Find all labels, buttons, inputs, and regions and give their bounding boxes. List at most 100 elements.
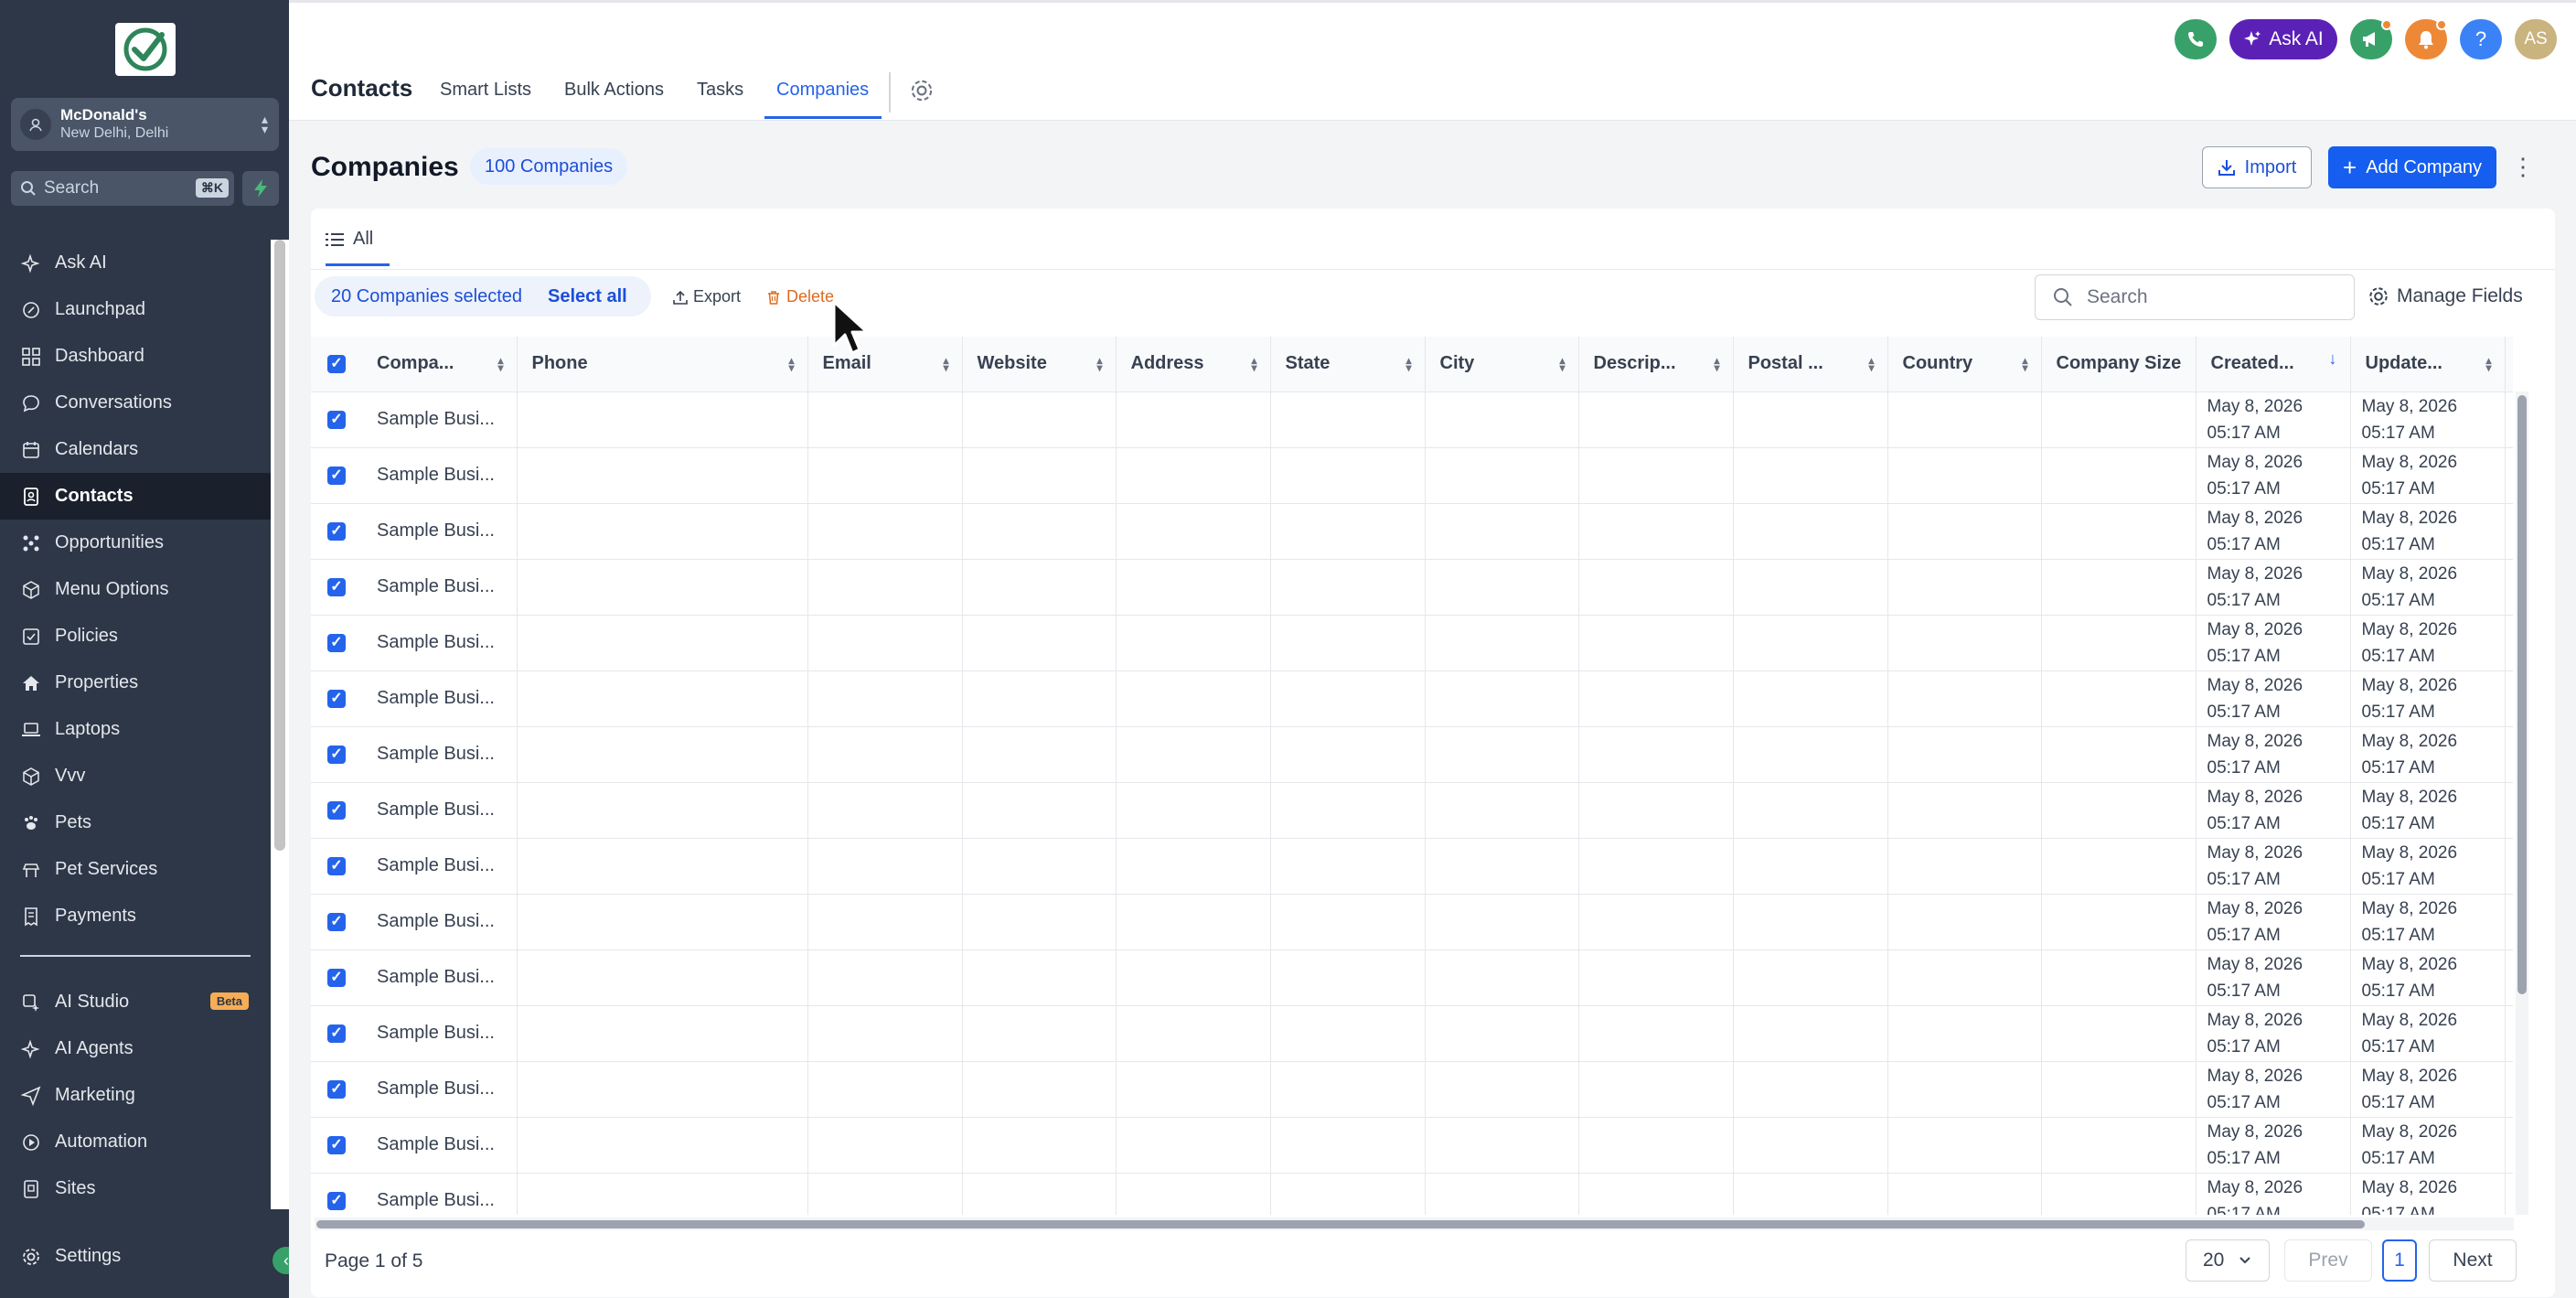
city-cell[interactable] <box>1425 1005 1579 1062</box>
postal-code-cell[interactable] <box>1733 447 1888 504</box>
checkbox-checked-icon[interactable]: ✓ <box>327 1024 346 1043</box>
add-company-button[interactable]: + Add Company <box>2328 146 2496 188</box>
description-cell[interactable] <box>1578 838 1734 895</box>
address-cell[interactable] <box>1116 447 1271 504</box>
postal-code-cell[interactable] <box>1733 559 1888 616</box>
address-cell[interactable] <box>1116 1061 1271 1118</box>
website-cell[interactable] <box>962 670 1117 727</box>
help-button[interactable]: ? <box>2460 19 2502 59</box>
row-checkbox-cell[interactable]: ✓ <box>311 1061 362 1118</box>
description-cell[interactable] <box>1578 894 1734 950</box>
company-logo[interactable] <box>115 23 176 76</box>
table-horizontal-scrollbar[interactable] <box>316 1220 2365 1228</box>
company-size-cell[interactable] <box>2041 392 2197 448</box>
country-cell[interactable] <box>1887 615 2042 671</box>
table-row[interactable]: ✓ Sample Busi... May 8, 2026 05:17 AM May 8,… <box>311 615 2513 671</box>
sort-icon[interactable]: ▴ ▾ <box>497 355 503 373</box>
company-size-cell[interactable] <box>2041 615 2197 671</box>
sort-icon[interactable]: ▴ ▾ <box>1868 355 1874 373</box>
column-header-state[interactable]: State ▴ ▾ <box>1270 337 1426 392</box>
country-cell[interactable] <box>1887 726 2042 783</box>
state-cell[interactable] <box>1270 615 1426 671</box>
phone-cell[interactable] <box>517 559 808 616</box>
tab-settings-button[interactable] <box>909 78 935 108</box>
company-size-cell[interactable] <box>2041 949 2197 1006</box>
phone-cell[interactable] <box>517 838 808 895</box>
phone-cell[interactable] <box>517 1117 808 1174</box>
company-name-cell[interactable]: Sample Busi... <box>362 670 518 727</box>
city-cell[interactable] <box>1425 1173 1579 1215</box>
sidebar-item-launchpad[interactable]: Launchpad <box>0 286 271 333</box>
sidebar-item-settings[interactable]: Settings <box>0 1233 271 1280</box>
sort-icon[interactable]: ▴ ▾ <box>943 355 948 373</box>
city-cell[interactable] <box>1425 447 1579 504</box>
company-size-cell[interactable] <box>2041 670 2197 727</box>
sidebar-item-properties[interactable]: Properties <box>0 660 271 706</box>
phone-cell[interactable] <box>517 503 808 560</box>
table-row[interactable]: ✓ Sample Busi... May 8, 2026 05:17 AM May 8,… <box>311 894 2513 950</box>
address-cell[interactable] <box>1116 392 1271 448</box>
checkbox-checked-icon[interactable]: ✓ <box>327 800 346 820</box>
company-name-cell[interactable]: Sample Busi... <box>362 615 518 671</box>
row-checkbox-cell[interactable]: ✓ <box>311 782 362 839</box>
city-cell[interactable] <box>1425 392 1579 448</box>
website-cell[interactable] <box>962 949 1117 1006</box>
country-cell[interactable] <box>1887 838 2042 895</box>
country-cell[interactable] <box>1887 949 2042 1006</box>
postal-code-cell[interactable] <box>1733 1005 1888 1062</box>
description-cell[interactable] <box>1578 559 1734 616</box>
sidebar-item-laptops[interactable]: Laptops <box>0 706 271 753</box>
email-cell[interactable] <box>807 726 963 783</box>
row-checkbox-cell[interactable]: ✓ <box>311 503 362 560</box>
website-cell[interactable] <box>962 1173 1117 1215</box>
website-cell[interactable] <box>962 447 1117 504</box>
sidebar-item-vvv[interactable]: Vvv <box>0 753 271 799</box>
company-size-cell[interactable] <box>2041 838 2197 895</box>
email-cell[interactable] <box>807 670 963 727</box>
table-row[interactable]: ✓ Sample Busi... May 8, 2026 05:17 AM May 8,… <box>311 1005 2513 1062</box>
address-cell[interactable] <box>1116 894 1271 950</box>
description-cell[interactable] <box>1578 1005 1734 1062</box>
checkbox-checked-icon[interactable]: ✓ <box>327 633 346 652</box>
company-size-cell[interactable] <box>2041 726 2197 783</box>
email-cell[interactable] <box>807 894 963 950</box>
sidebar-item-opportunities[interactable]: Opportunities <box>0 520 271 566</box>
ask-ai-button[interactable]: Ask AI <box>2229 19 2337 59</box>
checkbox-checked-icon[interactable]: ✓ <box>327 410 346 429</box>
sidebar-item-sites[interactable]: Sites <box>0 1165 271 1212</box>
address-cell[interactable] <box>1116 615 1271 671</box>
website-cell[interactable] <box>962 894 1117 950</box>
email-cell[interactable] <box>807 838 963 895</box>
row-checkbox-cell[interactable]: ✓ <box>311 726 362 783</box>
state-cell[interactable] <box>1270 1117 1426 1174</box>
table-row[interactable]: ✓ Sample Busi... May 8, 2026 05:17 AM May 8,… <box>311 392 2513 448</box>
country-cell[interactable] <box>1887 392 2042 448</box>
company-size-cell[interactable] <box>2041 894 2197 950</box>
website-cell[interactable] <box>962 726 1117 783</box>
description-cell[interactable] <box>1578 782 1734 839</box>
company-name-cell[interactable]: Sample Busi... <box>362 447 518 504</box>
city-cell[interactable] <box>1425 615 1579 671</box>
row-checkbox-cell[interactable]: ✓ <box>311 447 362 504</box>
avatar[interactable]: AS <box>2515 19 2557 59</box>
state-cell[interactable] <box>1270 559 1426 616</box>
table-row[interactable]: ✓ Sample Busi... May 8, 2026 05:17 AM May 8,… <box>311 447 2513 504</box>
table-search[interactable] <box>2035 274 2355 320</box>
country-cell[interactable] <box>1887 1117 2042 1174</box>
sort-icon[interactable]: ▴ ▾ <box>2485 355 2491 373</box>
phone-cell[interactable] <box>517 894 808 950</box>
description-cell[interactable] <box>1578 1061 1734 1118</box>
country-cell[interactable] <box>1887 559 2042 616</box>
sort-icon[interactable]: ▴ ▾ <box>1406 355 1411 373</box>
state-cell[interactable] <box>1270 1005 1426 1062</box>
sidebar-item-ai-agents[interactable]: AI Agents <box>0 1025 271 1072</box>
sidebar-item-pet-services[interactable]: Pet Services <box>0 846 271 893</box>
column-header-updated[interactable]: Update... ▴ ▾ <box>2350 337 2506 392</box>
country-cell[interactable] <box>1887 447 2042 504</box>
company-name-cell[interactable]: Sample Busi... <box>362 1005 518 1062</box>
city-cell[interactable] <box>1425 726 1579 783</box>
manage-fields-button[interactable]: Manage Fields <box>2368 285 2523 307</box>
description-cell[interactable] <box>1578 1117 1734 1174</box>
website-cell[interactable] <box>962 1117 1117 1174</box>
checkbox-checked-icon[interactable]: ✓ <box>327 968 346 987</box>
